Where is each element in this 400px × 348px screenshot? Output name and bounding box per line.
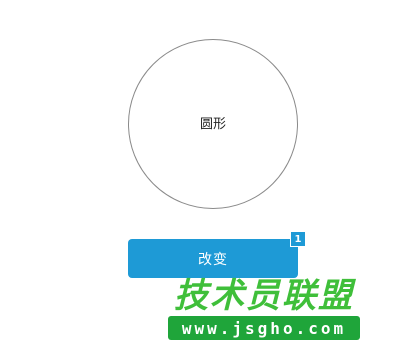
- watermark-logo: 技术员联盟 www.jsgho.com: [168, 278, 368, 342]
- step-badge: 1: [290, 231, 306, 247]
- change-button[interactable]: 改变: [128, 239, 298, 278]
- watermark-url: www.jsgho.com: [168, 316, 360, 340]
- circle-label: 圆形: [199, 116, 226, 132]
- watermark-title: 技术员联盟: [174, 276, 354, 316]
- circle-shape: 圆形: [128, 39, 298, 209]
